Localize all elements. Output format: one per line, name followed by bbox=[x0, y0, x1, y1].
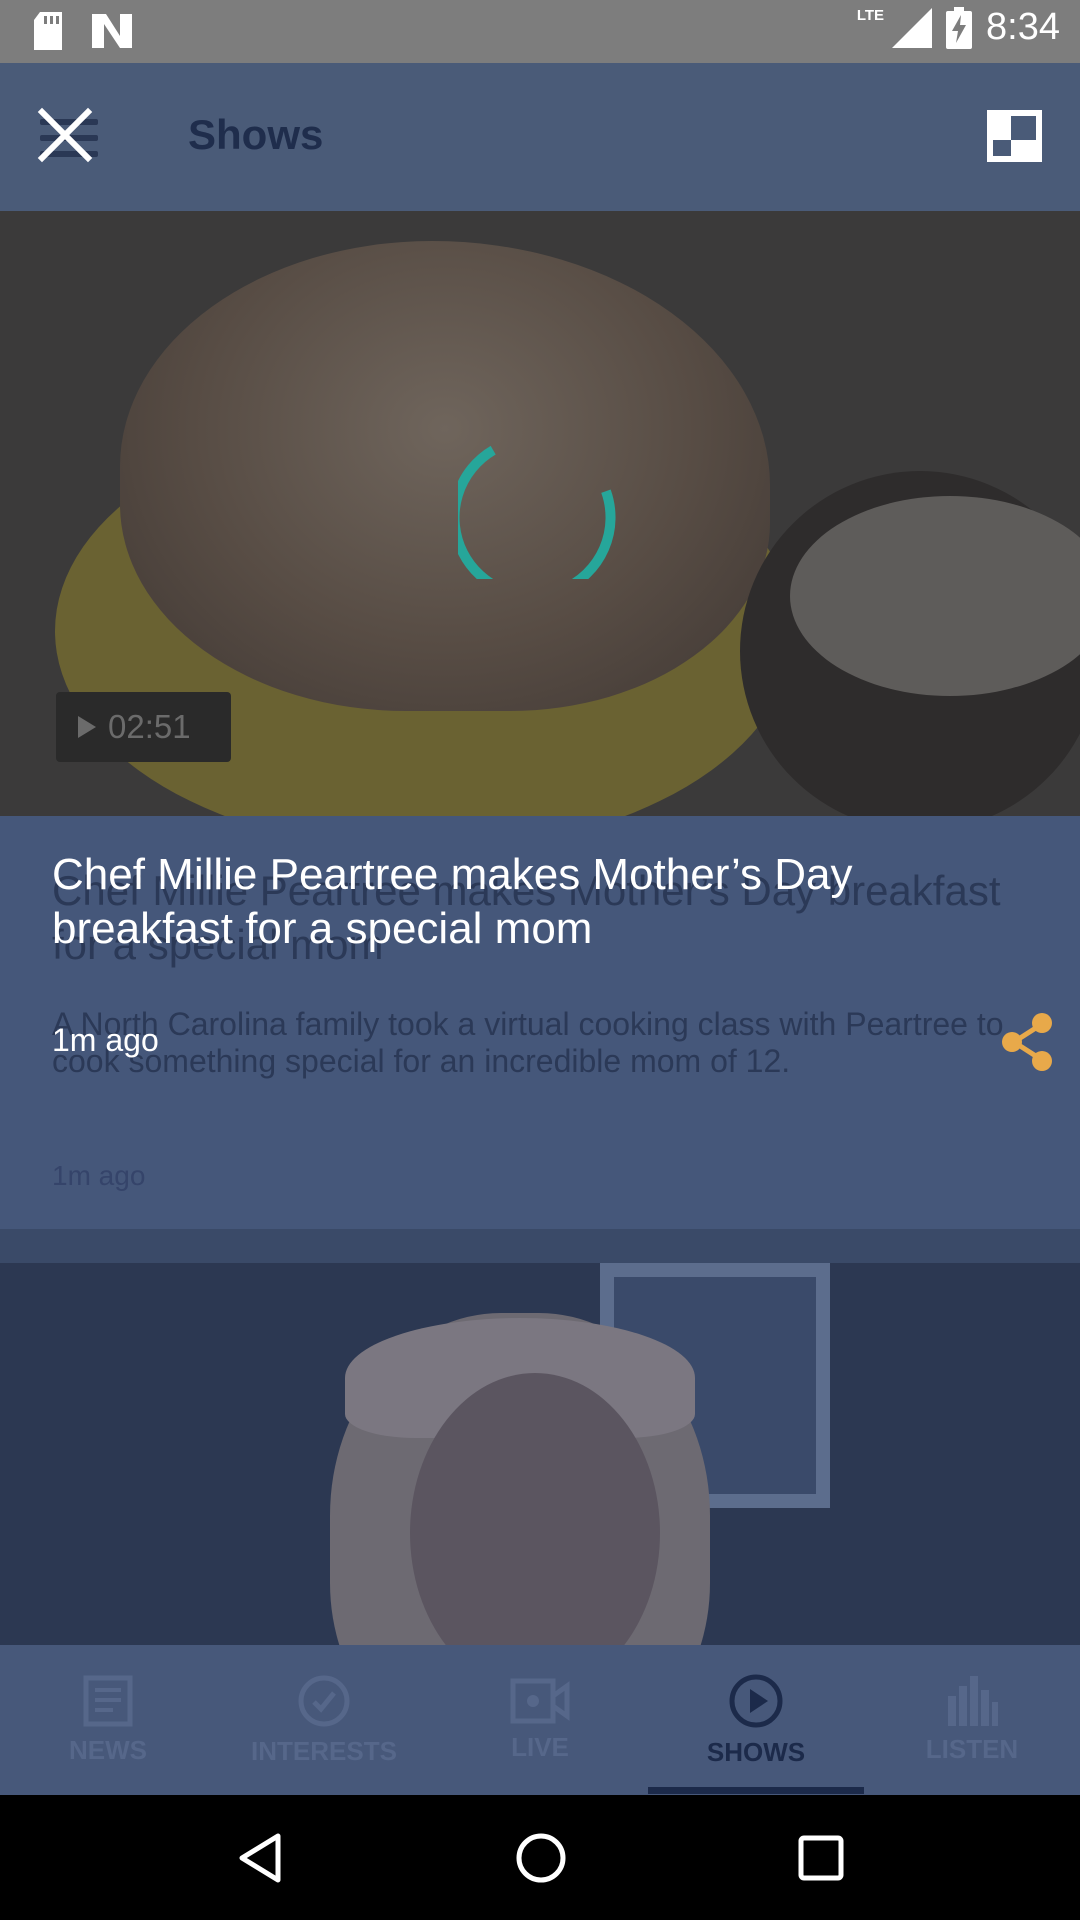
tab-listen[interactable]: LISTEN bbox=[864, 1645, 1080, 1795]
system-nav-bar bbox=[0, 1795, 1080, 1920]
duration-badge: 02:51 bbox=[56, 692, 231, 762]
page-title: Shows bbox=[188, 111, 324, 158]
duration-label: 02:51 bbox=[108, 708, 191, 745]
play-circle-icon bbox=[729, 1674, 783, 1727]
news-icon bbox=[83, 1675, 133, 1726]
overlay-video-time: 1m ago bbox=[52, 1022, 159, 1058]
tab-label: NEWS bbox=[69, 1734, 147, 1765]
app-bar: Shows bbox=[0, 63, 1080, 211]
tab-interests[interactable]: INTERESTS bbox=[216, 1645, 432, 1795]
sd-card-icon bbox=[34, 12, 62, 50]
divider bbox=[0, 1229, 1080, 1263]
recents-icon[interactable] bbox=[798, 1835, 844, 1881]
n-logo-icon bbox=[92, 14, 132, 48]
food-image bbox=[120, 241, 770, 711]
play-icon bbox=[78, 716, 96, 738]
check-circle-icon bbox=[298, 1675, 350, 1726]
overlay-video-title: Chef Millie Peartree makes Mother’s Day … bbox=[52, 850, 853, 953]
picture-in-picture-icon[interactable] bbox=[987, 110, 1042, 162]
status-bar: LTE 8:34 bbox=[0, 0, 1080, 63]
article-description: A North Carolina family took a virtual c… bbox=[52, 1006, 1004, 1079]
tab-news[interactable]: NEWS bbox=[0, 1645, 216, 1795]
network-type: LTE bbox=[856, 7, 885, 24]
loading-spinner bbox=[458, 445, 616, 579]
tab-label: INTERESTS bbox=[251, 1735, 397, 1766]
tab-label: LISTEN bbox=[925, 1733, 1019, 1764]
bottom-tab-bar: NEWS INTERESTS LIVE SHOWS LISTEN bbox=[0, 1645, 1080, 1795]
article-time: 1m ago bbox=[52, 1160, 146, 1191]
back-icon[interactable] bbox=[236, 1832, 284, 1884]
close-icon[interactable] bbox=[34, 104, 96, 166]
tab-label: SHOWS bbox=[706, 1736, 806, 1767]
home-icon[interactable] bbox=[515, 1832, 567, 1884]
active-tab-indicator bbox=[648, 1787, 864, 1794]
clock: 8:34 bbox=[986, 6, 1060, 48]
battery-charging-icon bbox=[946, 6, 973, 49]
share-icon[interactable] bbox=[1000, 1012, 1056, 1072]
tab-label: LIVE bbox=[511, 1731, 569, 1762]
next-video-thumbnail[interactable] bbox=[0, 1263, 1080, 1645]
equalizer-icon bbox=[948, 1675, 998, 1726]
signal-icon bbox=[892, 7, 933, 48]
tab-shows[interactable]: SHOWS bbox=[648, 1645, 864, 1795]
tab-live[interactable]: LIVE bbox=[432, 1645, 648, 1795]
video-camera-icon bbox=[510, 1678, 570, 1723]
